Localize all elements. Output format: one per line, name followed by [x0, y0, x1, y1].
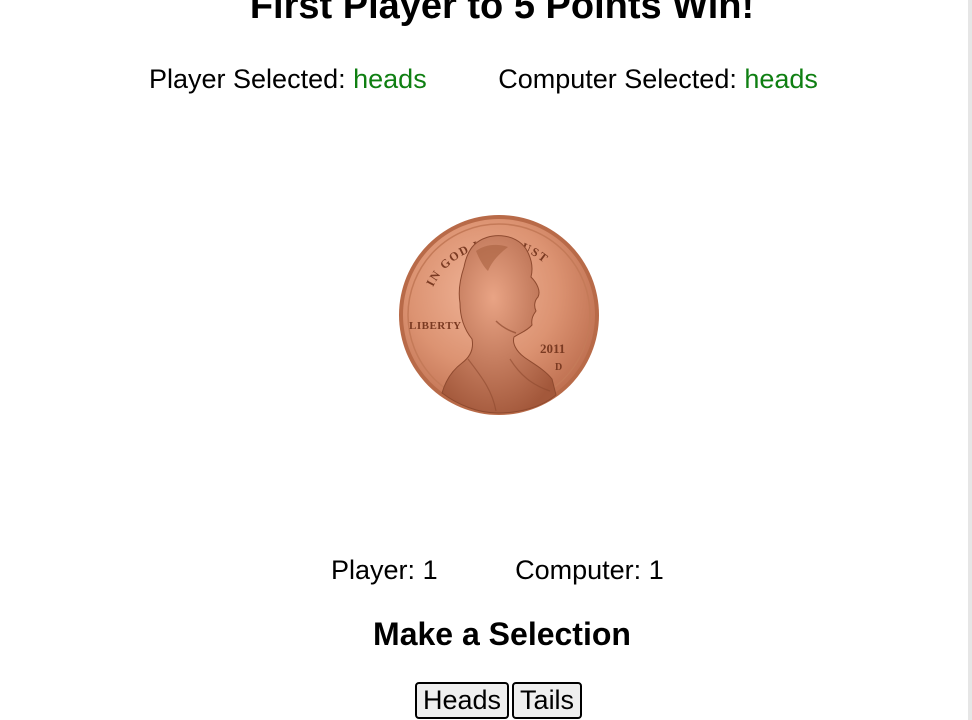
game-page: First Player to 5 Points Win! Player Sel…	[0, 0, 972, 720]
computer-selected-value: heads	[744, 64, 818, 94]
player-selected-value: heads	[353, 64, 427, 94]
scrollbar-edge	[968, 0, 972, 720]
heads-button[interactable]: Heads	[415, 682, 510, 719]
computer-score: Computer: 1	[515, 553, 664, 587]
computer-selected-label: Computer Selected:	[498, 64, 737, 94]
computer-score-value: 1	[648, 555, 664, 585]
player-score-label: Player:	[331, 555, 416, 585]
game-title: First Player to 5 Points Win!	[249, 0, 755, 27]
player-selection: Player Selected: heads	[149, 62, 427, 96]
choice-buttons: Heads Tails	[415, 682, 583, 719]
coin-mint-mark: D	[555, 362, 562, 373]
player-score-value: 1	[422, 555, 438, 585]
computer-score-label: Computer:	[515, 555, 642, 585]
player-score: Player: 1	[331, 553, 438, 587]
selection-row: Player Selected: heads Computer Selected…	[149, 62, 818, 96]
player-selected-label: Player Selected:	[149, 64, 346, 94]
coin-image: IN GOD WE TRUST LIBERTY 2011 D	[392, 209, 604, 421]
selection-prompt: Make a Selection	[373, 616, 631, 652]
computer-selection: Computer Selected: heads	[498, 62, 818, 96]
penny-heads-icon: IN GOD WE TRUST LIBERTY 2011 D	[399, 215, 599, 415]
coin-year: 2011	[540, 341, 565, 356]
score-row: Player: 1 Computer: 1	[331, 553, 664, 587]
tails-button[interactable]: Tails	[512, 682, 583, 719]
coin-liberty: LIBERTY	[409, 320, 462, 332]
